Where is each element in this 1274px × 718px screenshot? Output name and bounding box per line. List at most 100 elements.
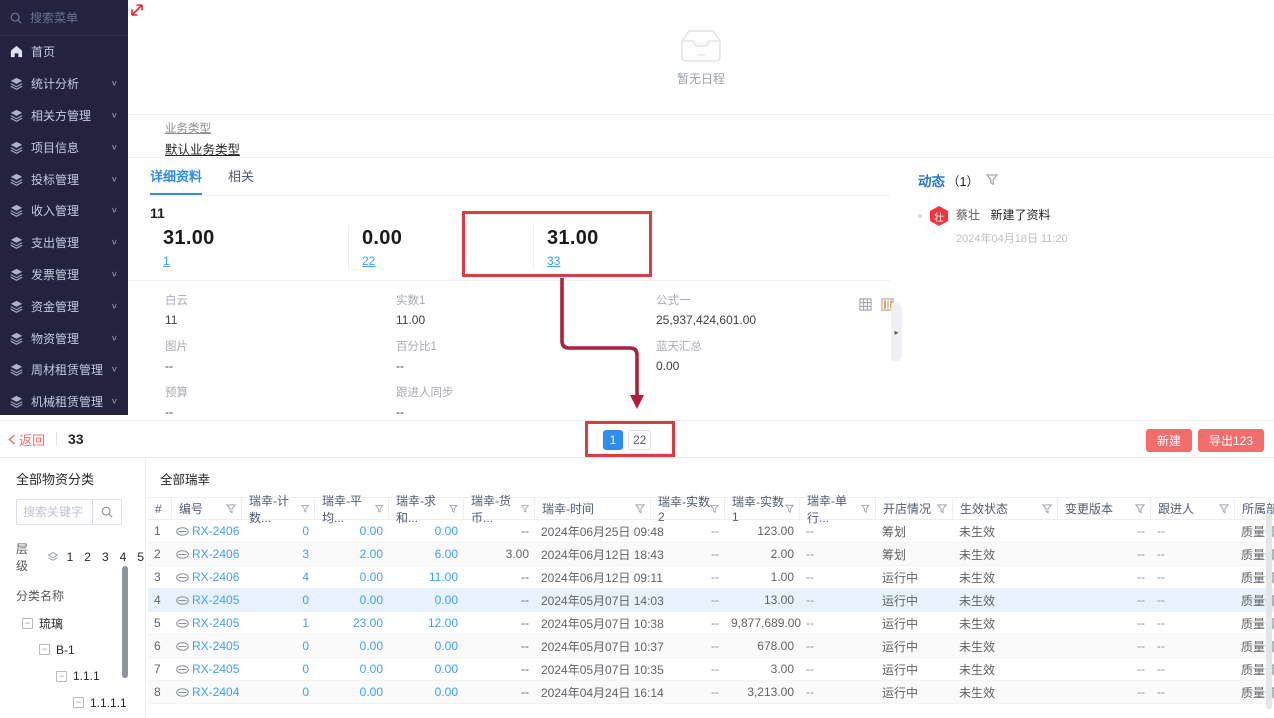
- filter-icon[interactable]: [710, 504, 719, 514]
- cell-code[interactable]: RX-2405...: [172, 616, 242, 630]
- action-button[interactable]: 新建: [1146, 429, 1192, 452]
- avatar[interactable]: 壮: [930, 206, 948, 226]
- header-cell[interactable]: 开店情况: [876, 498, 953, 519]
- sidebar-search-input[interactable]: [28, 10, 114, 26]
- header-cell[interactable]: 生效状态: [953, 498, 1058, 519]
- sidebar-item[interactable]: 周材租赁管理 ∨: [0, 354, 128, 386]
- cell-count[interactable]: 0: [242, 593, 315, 607]
- table-row[interactable]: 6 RX-2405... 0 0.00 0.00 -- 2024年05月07日 …: [148, 635, 1274, 658]
- category-search-input[interactable]: [16, 499, 93, 525]
- record-link[interactable]: RX-2405...: [192, 662, 240, 676]
- sidebar-item[interactable]: 项目信息 ∨: [0, 131, 128, 163]
- record-link[interactable]: RX-2405...: [192, 639, 240, 653]
- filter-icon[interactable]: [521, 504, 529, 514]
- cell-sum[interactable]: 0.00: [389, 593, 464, 607]
- sidebar-item[interactable]: 投标管理 ∨: [0, 163, 128, 195]
- collapse-panel-handle[interactable]: ▸: [891, 303, 902, 361]
- sidebar-item[interactable]: 发票管理 ∨: [0, 259, 128, 291]
- table-row[interactable]: 7 RX-2405... 0 0.00 0.00 -- 2024年05月07日 …: [148, 658, 1274, 681]
- tree-expander-icon[interactable]: −: [39, 644, 50, 655]
- cell-avg[interactable]: 0.00: [315, 685, 389, 699]
- table-row[interactable]: 4 RX-2405... 0 0.00 0.00 -- 2024年05月07日 …: [148, 589, 1274, 612]
- pagination-current[interactable]: 1: [603, 430, 623, 450]
- cell-sum[interactable]: 11.00: [389, 570, 464, 584]
- table-row[interactable]: 1 RX-2406... 0 0.00 0.00 -- 2024年06月25日 …: [148, 520, 1274, 543]
- sidebar-search[interactable]: [0, 0, 128, 36]
- table-row[interactable]: 8 RX-2404... 0 0.00 0.00 -- 2024年04月24日 …: [148, 681, 1274, 704]
- sidebar-item[interactable]: 收入管理 ∨: [0, 195, 128, 227]
- cell-code[interactable]: RX-2405...: [172, 662, 242, 676]
- cell-count[interactable]: 0: [242, 662, 315, 676]
- level-number[interactable]: 2: [83, 550, 92, 564]
- filter-icon[interactable]: [1135, 504, 1145, 514]
- cell-count[interactable]: 4: [242, 570, 315, 584]
- sidebar-item[interactable]: 统计分析 ∨: [0, 68, 128, 100]
- sidebar-item[interactable]: 机械租赁管理 ∨: [0, 386, 128, 415]
- filter-icon[interactable]: [785, 504, 794, 514]
- filter-icon[interactable]: [986, 174, 998, 186]
- detail-tab[interactable]: 详细资料: [150, 158, 202, 195]
- cell-sum[interactable]: 0.00: [389, 524, 464, 538]
- header-cell[interactable]: 瑞幸-货币...: [464, 498, 535, 519]
- cell-sum[interactable]: 0.00: [389, 662, 464, 676]
- header-cell[interactable]: 跟进人: [1151, 498, 1235, 519]
- filter-icon[interactable]: [861, 504, 870, 514]
- header-cell[interactable]: 瑞幸-计数...: [242, 498, 315, 519]
- header-cell[interactable]: #: [148, 498, 172, 519]
- record-link[interactable]: RX-2405...: [192, 616, 240, 630]
- cell-count[interactable]: 0: [242, 685, 315, 699]
- tree-scrollbar[interactable]: [122, 566, 128, 678]
- cell-count[interactable]: 3: [242, 547, 315, 561]
- cell-code[interactable]: RX-2405...: [172, 593, 242, 607]
- tree-node[interactable]: − 1.1.1.1: [16, 690, 145, 717]
- fullscreen-expand-icon[interactable]: [130, 3, 144, 17]
- level-number[interactable]: 4: [119, 550, 128, 564]
- cell-code[interactable]: RX-2404...: [172, 685, 242, 699]
- cell-avg[interactable]: 0.00: [315, 593, 389, 607]
- filter-icon[interactable]: [1219, 504, 1229, 514]
- cell-sum[interactable]: 6.00: [389, 547, 464, 561]
- tree-expander-icon[interactable]: −: [56, 671, 67, 682]
- header-cell[interactable]: 编号: [172, 498, 242, 519]
- cell-code[interactable]: RX-2406...: [172, 547, 242, 561]
- record-link[interactable]: RX-2406...: [192, 570, 240, 584]
- filter-icon[interactable]: [937, 504, 947, 514]
- stat-link[interactable]: 22: [362, 254, 375, 268]
- record-link[interactable]: RX-2404...: [192, 685, 240, 699]
- table-row[interactable]: 2 RX-2406... 3 2.00 6.00 3.00 2024年06月12…: [148, 543, 1274, 566]
- pagination-next[interactable]: 22: [628, 430, 651, 450]
- cell-avg[interactable]: 0.00: [315, 570, 389, 584]
- sidebar-item[interactable]: 相关方管理 ∨: [0, 100, 128, 132]
- header-cell[interactable]: 瑞幸-求和...: [389, 498, 464, 519]
- filter-icon[interactable]: [375, 504, 383, 514]
- cell-code[interactable]: RX-2406...: [172, 524, 242, 538]
- cell-code[interactable]: RX-2405...: [172, 639, 242, 653]
- table-scrollbar[interactable]: [1266, 513, 1272, 709]
- filter-icon[interactable]: [226, 504, 236, 514]
- header-cell[interactable]: 瑞幸-时间: [535, 498, 651, 519]
- level-number[interactable]: 1: [66, 550, 75, 564]
- tree-expander-icon[interactable]: −: [22, 618, 33, 629]
- cell-avg[interactable]: 0.00: [315, 524, 389, 538]
- record-link[interactable]: RX-2405...: [192, 593, 240, 607]
- sidebar-item-home[interactable]: 首页: [0, 36, 128, 68]
- cell-count[interactable]: 0: [242, 639, 315, 653]
- cell-sum[interactable]: 12.00: [389, 616, 464, 630]
- header-cell[interactable]: 变更版本: [1058, 498, 1151, 519]
- business-type-label[interactable]: 业务类型: [165, 120, 1274, 136]
- cell-count[interactable]: 0: [242, 524, 315, 538]
- stat-link[interactable]: 1: [163, 254, 170, 268]
- sidebar-item[interactable]: 资金管理 ∨: [0, 290, 128, 322]
- sidebar-item[interactable]: 物资管理 ∨: [0, 322, 128, 354]
- record-link[interactable]: RX-2406...: [192, 547, 240, 561]
- detail-tab[interactable]: 相关: [228, 158, 254, 195]
- filter-icon[interactable]: [449, 504, 458, 514]
- header-cell[interactable]: 瑞幸-单行...: [800, 498, 876, 519]
- cell-avg[interactable]: 0.00: [315, 662, 389, 676]
- header-cell[interactable]: 瑞幸-平均...: [315, 498, 389, 519]
- cell-code[interactable]: RX-2406...: [172, 570, 242, 584]
- cell-sum[interactable]: 0.00: [389, 639, 464, 653]
- grid-view-icon[interactable]: [859, 298, 872, 311]
- level-number[interactable]: 5: [136, 550, 145, 564]
- business-type-value[interactable]: 默认业务类型: [165, 139, 1274, 158]
